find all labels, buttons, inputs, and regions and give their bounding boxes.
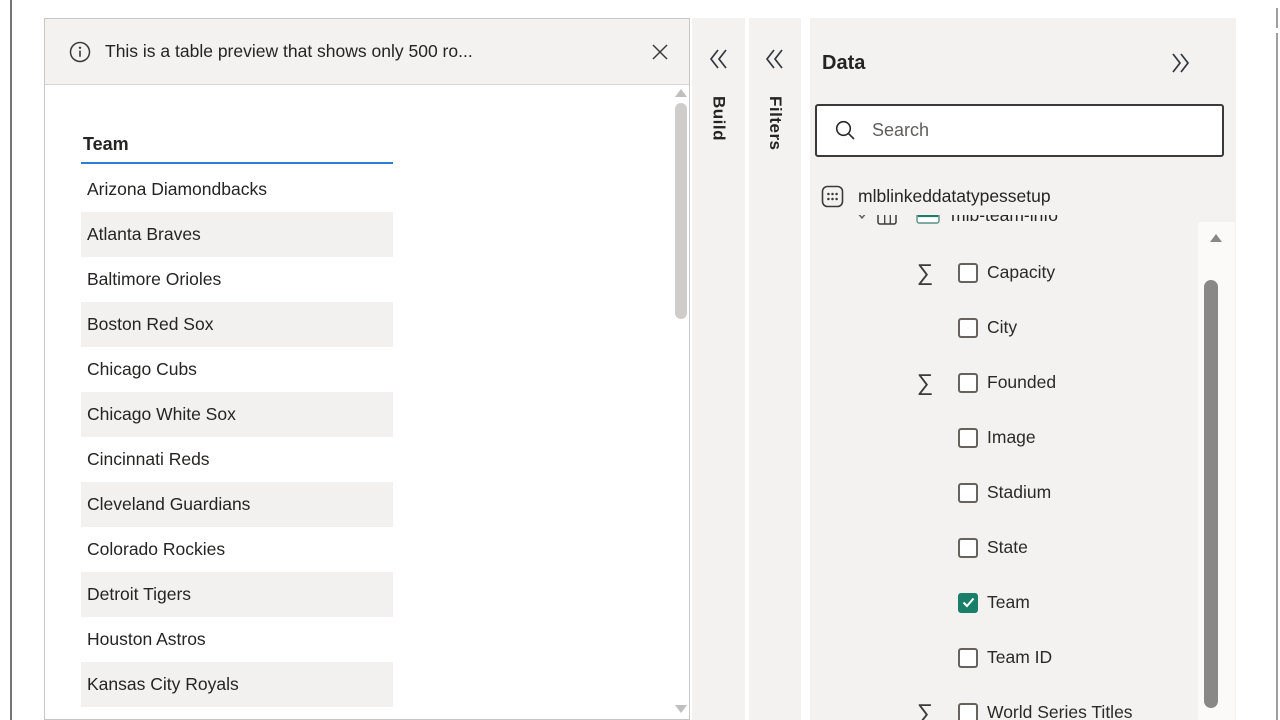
preview-banner: This is a table preview that shows only …	[45, 19, 689, 85]
field-label: World Series Titles	[987, 702, 1133, 720]
table-row[interactable]: Cleveland Guardians	[81, 482, 393, 527]
field-row[interactable]: ∑Stadium	[810, 465, 1206, 520]
field-checkbox[interactable]	[958, 373, 978, 393]
chevron-double-left-icon[interactable]	[761, 46, 789, 72]
chevron-double-left-icon[interactable]	[705, 46, 733, 72]
chevron-double-right-icon[interactable]	[1166, 50, 1194, 76]
table-node-row[interactable]: mlb-team-info	[810, 215, 1058, 239]
table-row[interactable]: Houston Astros	[81, 617, 393, 662]
data-pane-scrollbar-thumb[interactable]	[1204, 280, 1218, 708]
scroll-down-arrow-icon[interactable]	[675, 705, 687, 713]
table-row[interactable]: Colorado Rockies	[81, 527, 393, 572]
chevron-down-icon[interactable]	[856, 215, 868, 220]
search-input[interactable]	[872, 120, 1222, 141]
canvas-left-border	[10, 0, 12, 720]
table-row[interactable]: Baltimore Orioles	[81, 257, 393, 302]
scroll-up-arrow-icon[interactable]	[675, 89, 687, 97]
table-row[interactable]: Chicago Cubs	[81, 347, 393, 392]
field-checkbox[interactable]	[958, 263, 978, 283]
field-checkbox[interactable]	[958, 428, 978, 448]
field-label: Team ID	[987, 647, 1052, 668]
sum-icon: ∑	[908, 259, 942, 286]
table-node-name: mlb-team-info	[951, 215, 1058, 226]
window-right-border	[1276, 33, 1278, 720]
field-list: ∑Capacity∑City∑Founded∑Image∑Stadium∑Sta…	[810, 215, 1206, 720]
table-row[interactable]: Atlanta Braves	[81, 212, 393, 257]
sum-icon: ∑	[908, 369, 942, 396]
field-label: City	[987, 317, 1017, 338]
field-checkbox[interactable]	[958, 703, 978, 720]
column-header-underline	[81, 162, 393, 164]
field-label: Founded	[987, 372, 1056, 393]
data-pane-title: Data	[822, 52, 865, 75]
field-scroll-area: mlb-team-info ∑Capacity∑City∑Founded∑Ima…	[810, 215, 1206, 720]
team-table-body: Arizona DiamondbacksAtlanta BravesBaltim…	[81, 167, 393, 707]
field-checkbox[interactable]	[958, 538, 978, 558]
table-row[interactable]: Kansas City Royals	[81, 662, 393, 707]
table-preview-popup: This is a table preview that shows only …	[44, 18, 690, 720]
field-label: Image	[987, 427, 1036, 448]
table-row[interactable]: Arizona Diamondbacks	[81, 167, 393, 212]
grid-icon	[876, 215, 898, 226]
field-row[interactable]: ∑State	[810, 520, 1206, 575]
field-row[interactable]: ∑Team	[810, 575, 1206, 630]
field-label: Capacity	[987, 262, 1055, 283]
build-pane-collapsed[interactable]: Build	[692, 18, 745, 720]
field-row[interactable]: ∑ World Series Titles	[810, 685, 1206, 720]
field-label: Stadium	[987, 482, 1051, 503]
field-row[interactable]: ∑Image	[810, 410, 1206, 465]
field-label: State	[987, 537, 1028, 558]
app-canvas: This is a table preview that shows only …	[0, 0, 1280, 720]
field-row[interactable]: ∑ Capacity	[810, 245, 1206, 300]
field-checkbox[interactable]	[958, 483, 978, 503]
semantic-model-row[interactable]: mlblinkeddatatypessetup	[820, 184, 1051, 209]
data-pane: Data mlblinked	[810, 18, 1236, 720]
sum-icon: ∑	[908, 699, 942, 720]
close-icon[interactable]	[651, 43, 669, 61]
data-pane-header: Data	[810, 48, 1236, 88]
field-row[interactable]: ∑City	[810, 300, 1206, 355]
field-checkbox[interactable]	[958, 648, 978, 668]
semantic-model-name: mlblinkeddatatypessetup	[858, 186, 1051, 207]
scroll-up-arrow-icon[interactable]	[1210, 234, 1222, 242]
table-row[interactable]: Chicago White Sox	[81, 392, 393, 437]
field-row[interactable]: ∑Team ID	[810, 630, 1206, 685]
preview-scrollbar[interactable]	[673, 87, 689, 719]
window-right-border	[1276, 8, 1278, 28]
preview-banner-message: This is a table preview that shows only …	[105, 41, 473, 62]
search-icon	[834, 119, 857, 142]
semantic-model-icon	[820, 184, 845, 209]
table-row[interactable]: Detroit Tigers	[81, 572, 393, 617]
search-box[interactable]	[815, 104, 1224, 157]
field-checkbox[interactable]	[958, 318, 978, 338]
table-row[interactable]: Cincinnati Reds	[81, 437, 393, 482]
field-row[interactable]: ∑ Founded	[810, 355, 1206, 410]
table-row[interactable]: Boston Red Sox	[81, 302, 393, 347]
build-pane-label: Build	[709, 96, 729, 141]
filters-pane-collapsed[interactable]: Filters	[749, 18, 801, 720]
filters-pane-label: Filters	[765, 96, 785, 151]
field-checkbox[interactable]	[958, 593, 978, 613]
info-icon	[68, 40, 92, 64]
table-icon	[915, 215, 941, 226]
preview-scrollbar-thumb[interactable]	[675, 103, 687, 319]
field-label: Team	[987, 592, 1030, 613]
table-column-header[interactable]: Team	[83, 134, 129, 155]
